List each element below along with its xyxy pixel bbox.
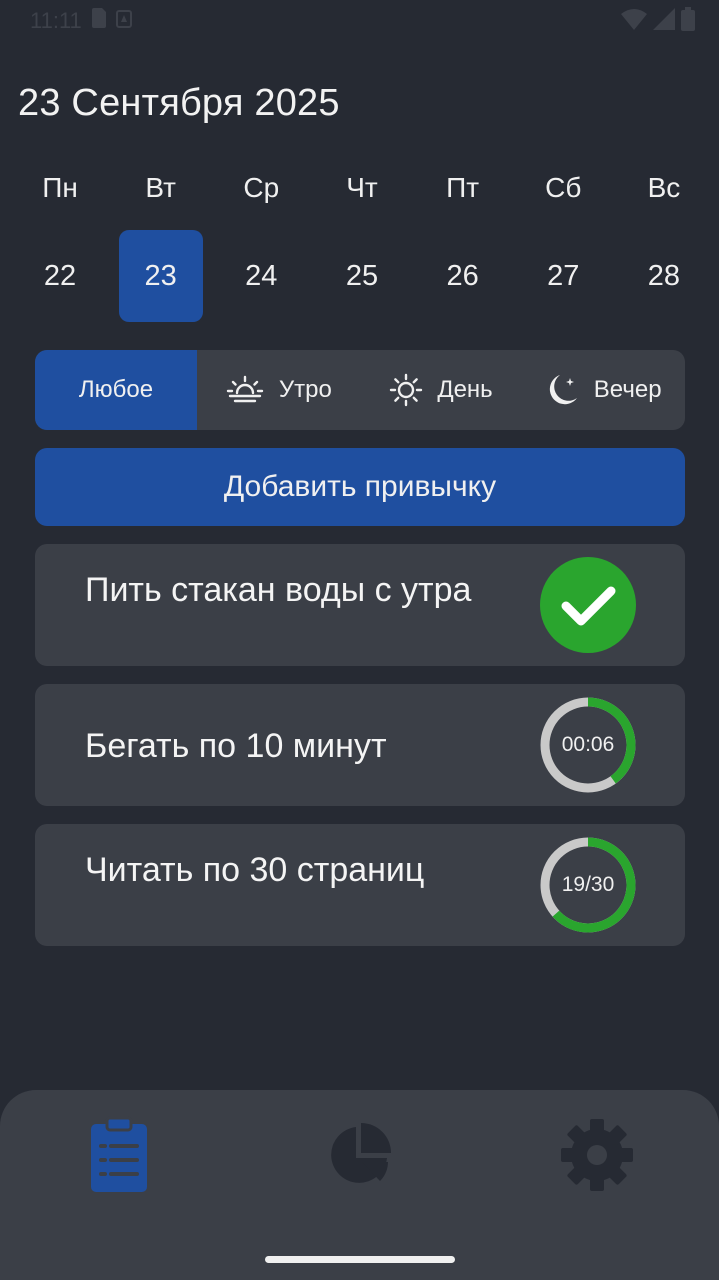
moon-stars-icon (546, 372, 580, 408)
sunrise-icon (225, 375, 265, 405)
filter-label: Вечер (593, 376, 662, 403)
sun-icon (389, 373, 423, 407)
status-bar: 11:11 (0, 0, 719, 42)
pie-chart-icon (331, 1123, 391, 1183)
habit-title: Бегать по 10 минут (85, 727, 387, 765)
sim-card-icon (91, 8, 106, 34)
filter-tab-evening[interactable]: Вечер (522, 350, 685, 430)
wifi-icon (621, 8, 647, 35)
home-indicator[interactable] (265, 1256, 455, 1263)
filter-tab-day[interactable]: День (360, 350, 523, 430)
habit-title: Пить стакан воды с утра (85, 571, 472, 609)
date-row: 22 23 24 25 26 27 28 (18, 230, 706, 322)
signal-icon (653, 7, 675, 35)
weekday-row: Пн Вт Ср Чт Пт Сб Вс (18, 160, 706, 216)
date-cell[interactable]: 28 (622, 230, 706, 322)
gear-icon (561, 1119, 633, 1191)
weekday-label: Сб (545, 172, 582, 203)
clipboard-list-icon (91, 1116, 147, 1192)
habit-complete-toggle[interactable] (539, 556, 637, 654)
weekday-label: Пт (446, 172, 480, 203)
checkmark-icon (540, 557, 636, 653)
filter-label: День (437, 376, 493, 403)
nav-settings[interactable] (552, 1110, 642, 1200)
filter-tab-morning[interactable]: Утро (197, 350, 360, 430)
counter-value: 19/30 (561, 873, 615, 896)
filter-tab-any[interactable]: Любое (35, 350, 197, 430)
battery-icon (681, 6, 695, 36)
bottom-navigation (0, 1090, 719, 1280)
add-habit-button[interactable]: Добавить привычку (35, 448, 685, 526)
timer-value: 00:06 (561, 733, 615, 756)
filter-label: Любое (78, 376, 154, 403)
habit-card[interactable]: Пить стакан воды с утра (35, 544, 685, 666)
habit-title: Читать по 30 страниц (85, 851, 425, 889)
weekday-label: Вт (145, 172, 176, 203)
page-title: 23 Сентября 2025 (18, 82, 340, 124)
habit-counter-ring[interactable]: 19/30 (539, 836, 637, 934)
nav-statistics[interactable] (314, 1110, 404, 1200)
week-calendar: Пн Вт Ср Чт Пт Сб Вс 22 23 24 25 26 27 2… (18, 160, 706, 322)
habit-card[interactable]: Бегать по 10 минут 00:06 (35, 684, 685, 806)
habit-timer-ring[interactable]: 00:06 (539, 696, 637, 794)
clock-time: 11:11 (30, 8, 82, 33)
date-cell[interactable]: 26 (421, 230, 505, 322)
date-cell[interactable]: 24 (219, 230, 303, 322)
weekday-label: Чт (346, 172, 378, 203)
date-cell[interactable]: 27 (521, 230, 605, 322)
weekday-label: Пн (42, 172, 78, 203)
time-of-day-filter: Любое Утро День Вечер (35, 350, 685, 430)
weekday-label: Вс (647, 172, 681, 203)
notification-icon (115, 8, 132, 34)
nav-habits[interactable] (74, 1110, 164, 1200)
date-cell[interactable]: 22 (18, 230, 102, 322)
date-cell[interactable]: 25 (320, 230, 404, 322)
habit-card[interactable]: Читать по 30 страниц 19/30 (35, 824, 685, 946)
filter-label: Утро (278, 376, 332, 403)
weekday-label: Ср (243, 172, 280, 203)
date-cell-selected[interactable]: 23 (118, 230, 203, 322)
